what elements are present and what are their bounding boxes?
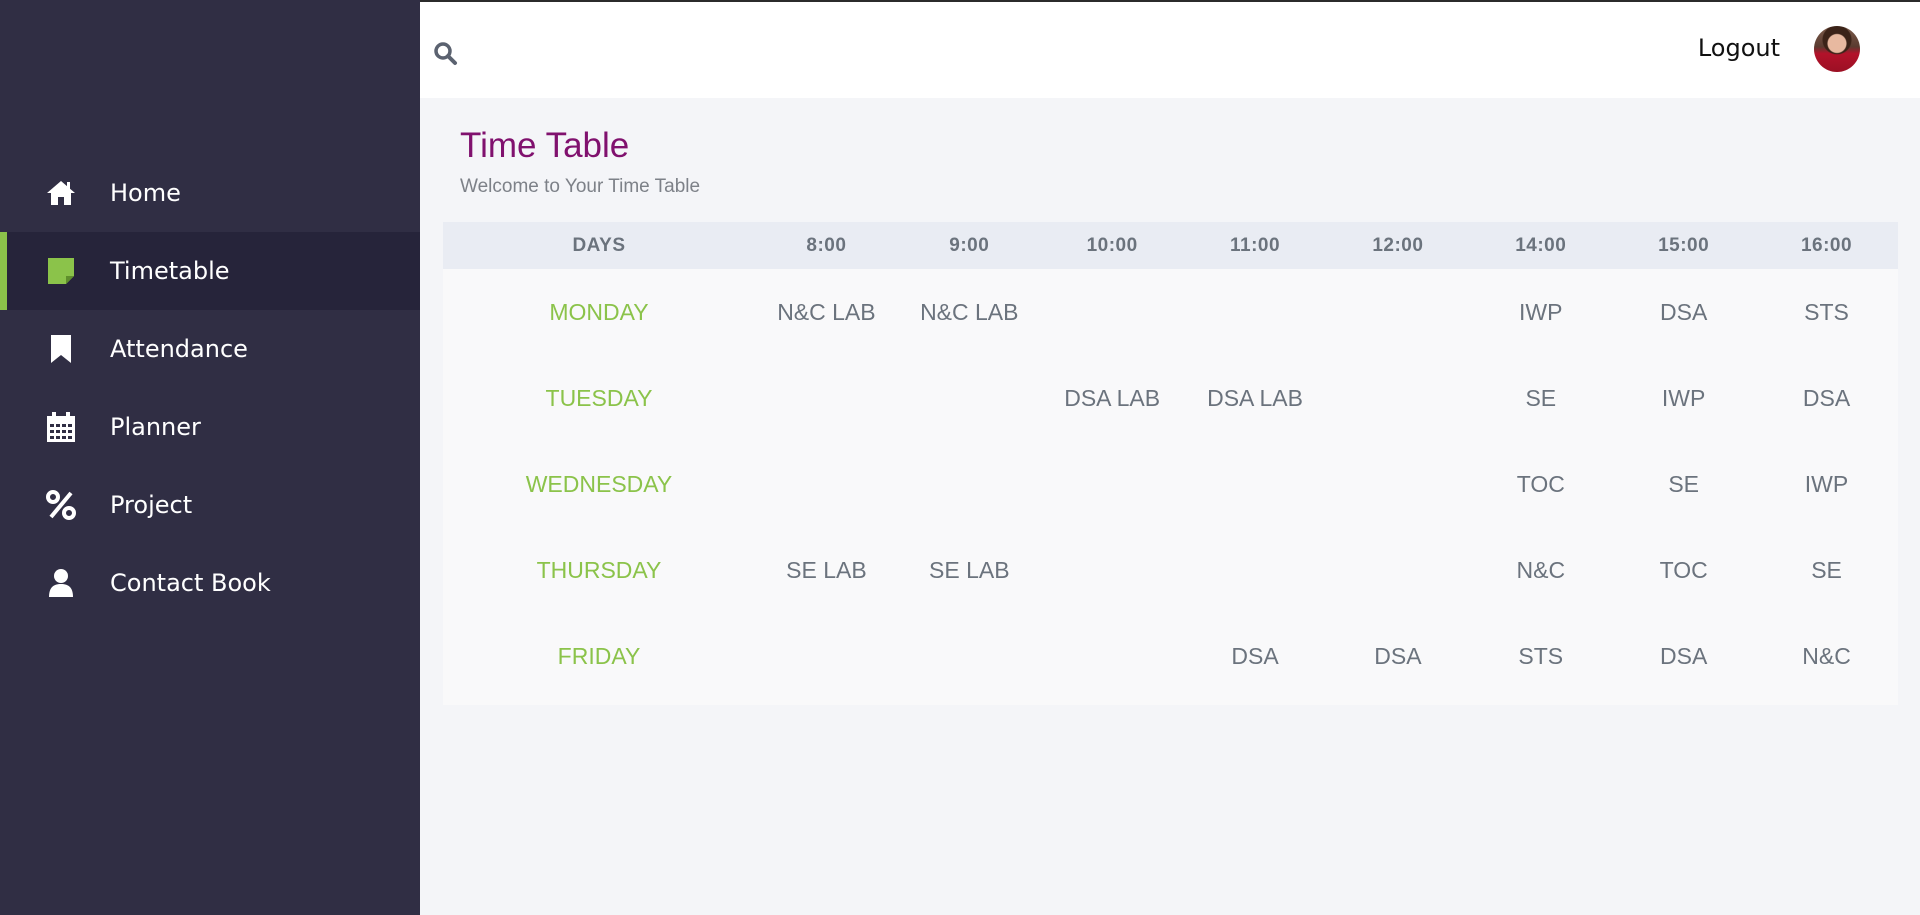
- sidebar: Home Timetable Attendance Planner Projec…: [0, 0, 420, 915]
- day-label: FRIDAY: [557, 642, 641, 669]
- table-cell: DSA: [1231, 642, 1279, 669]
- table-cell: DSA: [1660, 642, 1708, 669]
- table-cell: DSA: [1374, 642, 1422, 669]
- table-row: WEDNESDAY TOC SE IWP: [443, 441, 1898, 527]
- table-row: THURSDAY SE LAB SE LAB N&C TOC SE: [443, 527, 1898, 613]
- search-icon[interactable]: [432, 40, 458, 66]
- top-bar: Logout: [420, 0, 1920, 98]
- column-header: 8:00: [806, 234, 847, 256]
- main-content: Time Table Welcome to Your Time Table DA…: [420, 98, 1920, 915]
- column-header: 16:00: [1800, 234, 1853, 256]
- sidebar-nav: Home Timetable Attendance Planner Projec…: [0, 154, 420, 622]
- sidebar-item-label: Attendance: [110, 335, 248, 363]
- timetable-body: MONDAY N&C LAB N&C LAB IWP DSA STS TUESD…: [443, 269, 1898, 705]
- table-row: TUESDAY DSA LAB DSA LAB SE IWP DSA: [443, 355, 1898, 441]
- table-cell: IWP: [1804, 470, 1849, 497]
- day-label: THURSDAY: [536, 556, 662, 583]
- table-cell: IWP: [1661, 384, 1706, 411]
- table-cell: SE: [1525, 384, 1557, 411]
- avatar[interactable]: [1814, 26, 1860, 72]
- sidebar-item-label: Home: [110, 179, 181, 207]
- sidebar-item-label: Planner: [110, 413, 201, 441]
- sidebar-item-label: Contact Book: [110, 569, 271, 597]
- percent-icon: [44, 488, 78, 522]
- table-cell: DSA LAB: [1207, 384, 1303, 411]
- table-cell: TOC: [1516, 470, 1565, 497]
- sidebar-item-contact-book[interactable]: Contact Book: [0, 544, 420, 622]
- table-cell: N&C LAB: [777, 298, 876, 325]
- sidebar-item-label: Project: [110, 491, 193, 519]
- table-cell: SE: [1668, 470, 1699, 497]
- column-header: DAYS: [572, 234, 626, 256]
- table-cell: STS: [1804, 298, 1849, 325]
- home-icon: [44, 176, 78, 210]
- day-label: TUESDAY: [545, 384, 653, 411]
- table-cell: DSA: [1660, 298, 1708, 325]
- table-cell: STS: [1518, 642, 1564, 669]
- calendar-icon: [44, 410, 78, 444]
- user-icon: [44, 566, 78, 600]
- sidebar-item-home[interactable]: Home: [0, 154, 420, 232]
- table-cell: DSA LAB: [1064, 384, 1161, 411]
- timetable-header: DAYS 8:00 9:00 10:00 11:00 12:00 14:00 1…: [443, 222, 1898, 269]
- column-header: 14:00: [1515, 234, 1567, 256]
- table-cell: IWP: [1519, 298, 1563, 325]
- column-header: 15:00: [1658, 234, 1710, 256]
- table-cell: SE: [1811, 556, 1842, 583]
- sidebar-item-timetable[interactable]: Timetable: [0, 232, 420, 310]
- sidebar-item-label: Timetable: [110, 257, 230, 285]
- table-cell: N&C: [1516, 556, 1566, 583]
- table-cell: DSA: [1802, 384, 1851, 411]
- table-cell: SE LAB: [929, 556, 1010, 583]
- day-label: MONDAY: [549, 298, 649, 325]
- table-cell: N&C LAB: [920, 298, 1019, 325]
- column-header: 11:00: [1230, 234, 1281, 256]
- table-cell: N&C: [1802, 642, 1851, 669]
- table-cell: TOC: [1659, 556, 1708, 583]
- timetable: DAYS 8:00 9:00 10:00 11:00 12:00 14:00 1…: [443, 222, 1898, 705]
- sidebar-item-attendance[interactable]: Attendance: [0, 310, 420, 388]
- sidebar-item-project[interactable]: Project: [0, 466, 420, 544]
- table-row: MONDAY N&C LAB N&C LAB IWP DSA STS: [443, 269, 1898, 355]
- column-header: 9:00: [949, 234, 990, 256]
- column-header: 10:00: [1086, 234, 1138, 256]
- day-label: WEDNESDAY: [525, 470, 673, 497]
- table-cell: SE LAB: [786, 556, 867, 583]
- sticky-note-icon: [44, 254, 78, 288]
- table-row: FRIDAY DSA DSA STS DSA N&C: [443, 613, 1898, 699]
- bookmark-icon: [44, 332, 78, 366]
- page-subtitle: Welcome to Your Time Table: [460, 176, 701, 197]
- column-header: 12:00: [1372, 234, 1424, 256]
- logout-button[interactable]: Logout: [1698, 34, 1780, 62]
- page-title: Time Table: [460, 126, 630, 165]
- sidebar-item-planner[interactable]: Planner: [0, 388, 420, 466]
